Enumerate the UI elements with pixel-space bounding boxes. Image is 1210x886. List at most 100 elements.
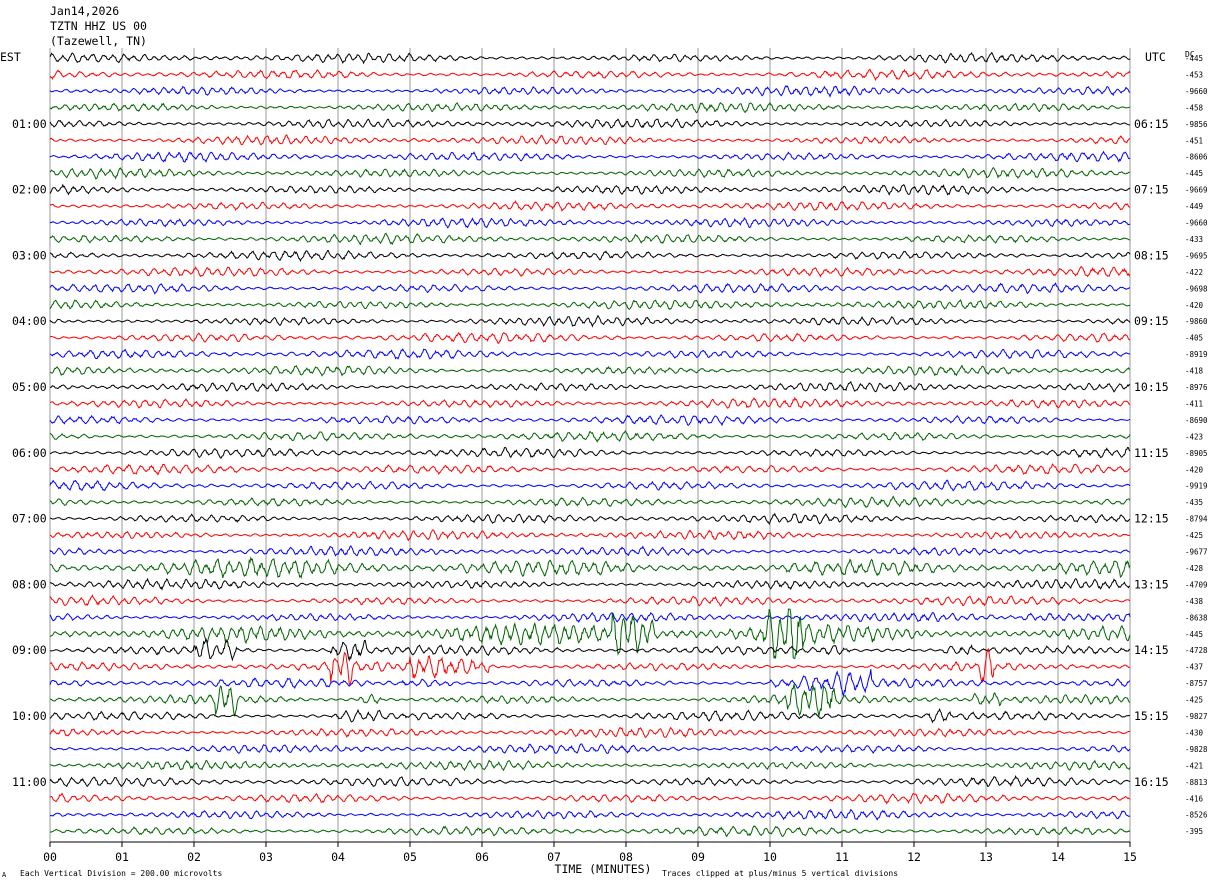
dc-offset-label: -9919 — [1185, 482, 1208, 491]
svg-text:A: A — [2, 871, 7, 879]
seismic-trace — [49, 101, 1131, 114]
seismic-trace — [49, 611, 1131, 624]
x-tick-label: 15 — [1123, 850, 1137, 864]
seismic-trace — [49, 743, 1131, 755]
seismic-trace — [49, 556, 1131, 580]
x-axis: 00 01 02 03 04 05 06 07 08 09 10 11 12 13 14 15 — [43, 841, 1137, 864]
seismic-trace — [49, 265, 1131, 278]
trace-group — [49, 51, 1131, 838]
dc-offset-label: -445 — [1185, 169, 1203, 178]
dc-offset-label: -433 — [1185, 235, 1203, 244]
dc-offset-label: -405 — [1185, 334, 1203, 343]
right-time-label: 08:15 — [1134, 248, 1169, 262]
dc-offset-label: -430 — [1185, 728, 1204, 737]
clip-note: Traces clipped at plus/minus 5 vertical … — [662, 869, 898, 878]
dc-offset-label: -4709 — [1185, 580, 1208, 589]
x-tick-label: 01 — [115, 850, 129, 864]
left-time-label: 08:00 — [12, 577, 47, 591]
dc-offset-label: -395 — [1185, 827, 1203, 836]
seismic-trace — [49, 594, 1131, 607]
seismic-trace — [49, 51, 1131, 65]
dc-offset-label: -420 — [1185, 301, 1204, 310]
dc-offset-label: -8757 — [1185, 679, 1208, 688]
right-time-label: 10:15 — [1134, 380, 1169, 394]
dc-offset-label: -9860 — [1185, 317, 1208, 326]
seismic-trace — [49, 200, 1131, 212]
x-tick-label: 09 — [691, 850, 705, 864]
dc-offset-label: -9660 — [1185, 87, 1208, 96]
dc-offset-label: -451 — [1185, 136, 1203, 145]
dc-offset-label: -8794 — [1185, 515, 1208, 524]
dc-offset-label: -8638 — [1185, 613, 1208, 622]
right-time-labels: 06:15 07:15 08:15 09:15 10:15 11:15 12:15 13:15… — [1134, 117, 1169, 789]
right-time-label: 15:15 — [1134, 709, 1169, 723]
seismic-trace — [49, 167, 1131, 180]
seismic-trace — [49, 479, 1131, 492]
dc-offset-label: -8526 — [1185, 811, 1208, 820]
right-time-label: 11:15 — [1134, 446, 1169, 460]
usgs-logo-icon: A — [2, 871, 7, 879]
dc-offset-label: -449 — [1185, 202, 1203, 211]
seismic-trace — [49, 825, 1131, 838]
seismic-trace — [49, 545, 1131, 557]
dc-offset-label: -8905 — [1185, 449, 1208, 458]
minute-gridlines — [49, 48, 1131, 842]
dc-offset-label: -445 — [1185, 630, 1203, 639]
x-axis-title: TIME (MINUTES) — [555, 862, 652, 876]
x-tick-label: 00 — [43, 850, 57, 864]
dc-offset-label: -9698 — [1185, 284, 1208, 293]
seismic-trace — [49, 529, 1131, 542]
x-tick-label: 06 — [475, 850, 489, 864]
left-time-label: 04:00 — [12, 314, 47, 328]
seismic-trace — [49, 726, 1131, 738]
seismic-trace — [49, 775, 1131, 788]
seismic-trace — [49, 348, 1131, 360]
seismic-trace — [49, 118, 1131, 129]
helicorder-chart: Jan14,2026 TZTN HHZ US 00 (Tazewell, TN)… — [0, 4, 1208, 879]
dc-offset-label: -445 — [1185, 54, 1203, 63]
dc-offset-label: -411 — [1185, 399, 1203, 408]
left-time-label: 09:00 — [12, 643, 47, 657]
dc-offset-label: -8690 — [1185, 416, 1208, 425]
dc-offset-label: -9677 — [1185, 548, 1208, 557]
seismic-trace — [49, 282, 1131, 295]
dc-offset-label: -435 — [1185, 498, 1203, 507]
left-time-label: 01:00 — [12, 117, 47, 131]
left-time-label: 02:00 — [12, 183, 47, 197]
dc-offset-label: -438 — [1185, 597, 1204, 606]
left-time-label: 05:00 — [12, 380, 47, 394]
seismic-trace — [49, 495, 1131, 509]
dc-offset-label: -421 — [1185, 761, 1203, 770]
seismic-trace — [49, 217, 1131, 229]
dc-offset-label: -8919 — [1185, 350, 1208, 359]
x-tick-label: 14 — [1051, 850, 1065, 864]
seismic-trace — [49, 232, 1131, 246]
header-station: TZTN HHZ US 00 — [50, 19, 147, 33]
x-tick-label: 02 — [187, 850, 201, 864]
seismic-trace — [49, 430, 1131, 443]
left-time-label: 11:00 — [12, 775, 47, 789]
x-tick-label: 12 — [907, 850, 921, 864]
dc-offset-labels: -445 -453 -9660 -458 -9856 -451 -8606 -445 -9669… — [1185, 54, 1208, 836]
seismic-trace — [49, 381, 1131, 393]
seismic-trace — [49, 759, 1131, 772]
x-tick-label: 04 — [331, 850, 345, 864]
seismic-trace — [49, 463, 1131, 476]
right-time-label: 06:15 — [1134, 117, 1169, 131]
dc-offset-label: -458 — [1185, 103, 1204, 112]
x-tick-label: 10 — [763, 850, 777, 864]
dc-offset-label: -425 — [1185, 696, 1203, 705]
seismic-trace — [49, 808, 1131, 821]
x-tick-label: 03 — [259, 850, 273, 864]
seismic-trace — [49, 637, 1131, 662]
seismic-trace — [49, 364, 1131, 377]
dc-offset-label: -453 — [1185, 70, 1203, 79]
dc-offset-label: -8813 — [1185, 778, 1208, 787]
x-tick-label: 11 — [835, 850, 849, 864]
dc-offset-label: -9856 — [1185, 120, 1208, 129]
left-time-label: 06:00 — [12, 446, 47, 460]
dc-offset-label: -8606 — [1185, 153, 1208, 162]
seismic-trace — [49, 512, 1131, 525]
dc-offset-label: -9660 — [1185, 219, 1208, 228]
seismic-trace — [49, 414, 1131, 427]
